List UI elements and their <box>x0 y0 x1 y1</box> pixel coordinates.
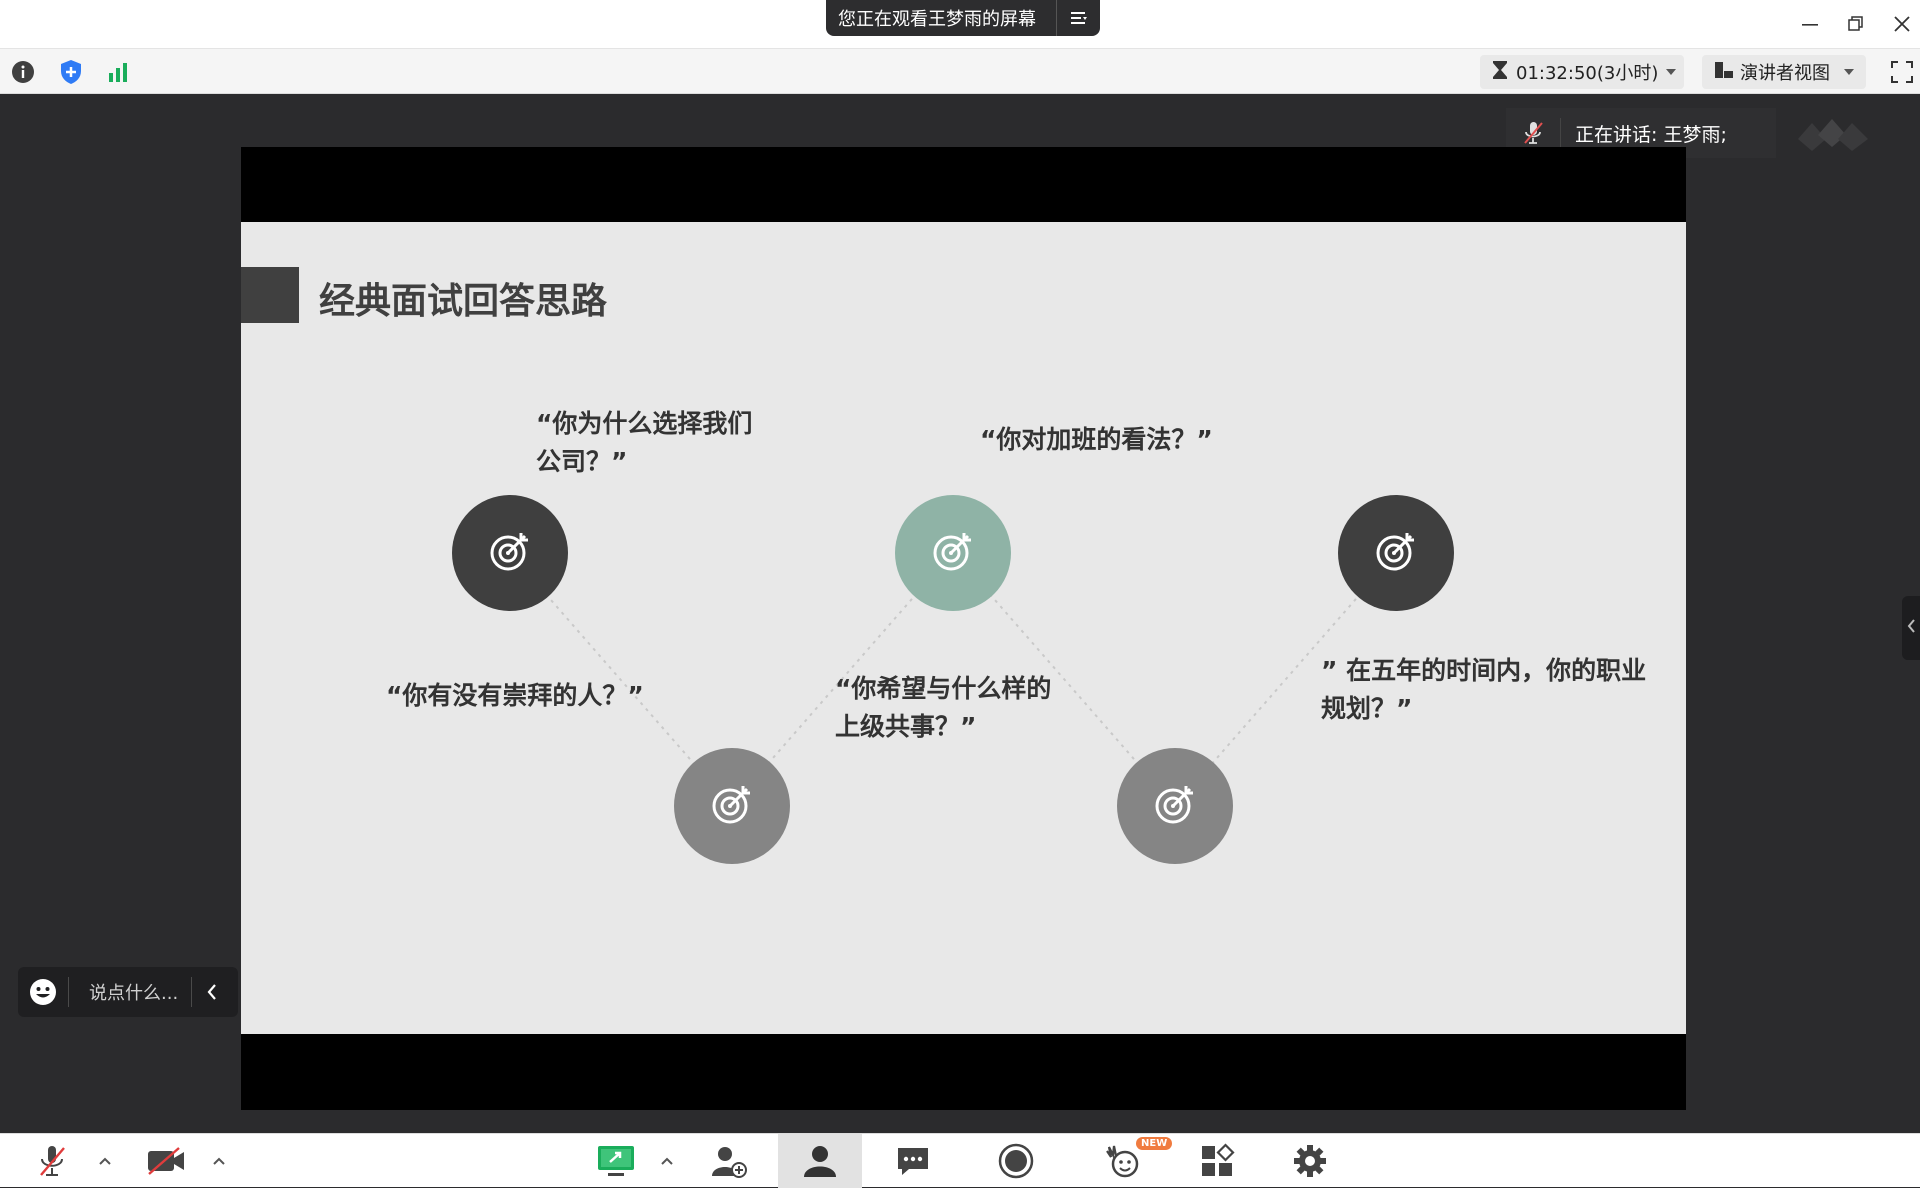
target-node-1 <box>452 495 568 611</box>
minimize-icon[interactable] <box>1792 6 1828 42</box>
chevron-down-icon <box>1666 69 1677 75</box>
share-screen-icon[interactable] <box>590 1134 642 1188</box>
mic-muted-icon <box>1506 120 1560 146</box>
window-titlebar: 您正在观看王梦雨的屏幕 <box>0 0 1920 48</box>
view-mode-label: 演讲者视图 <box>1740 63 1830 84</box>
invite-member-icon[interactable] <box>704 1134 754 1188</box>
menu-icon[interactable] <box>1057 0 1100 36</box>
chat-icon[interactable] <box>888 1134 938 1188</box>
gear-icon[interactable] <box>1284 1134 1336 1188</box>
side-panel-toggle[interactable] <box>1902 596 1920 660</box>
info-icon[interactable] <box>9 58 37 86</box>
question-3: “你对加班的看法？” <box>980 425 1213 454</box>
record-icon[interactable] <box>990 1134 1042 1188</box>
presentation-slide: 经典面试回答思路 “你为什么选择我们公司？” “你有没有崇拜的人？” “你对加班… <box>241 222 1686 1034</box>
target-icon <box>710 782 754 830</box>
quick-chat-box[interactable]: 说点什么... <box>18 967 238 1017</box>
hourglass-icon <box>1492 60 1508 85</box>
layout-icon <box>1714 61 1734 84</box>
target-node-3 <box>895 495 1011 611</box>
close-icon[interactable] <box>1884 6 1920 42</box>
shield-icon[interactable] <box>57 58 85 86</box>
target-icon <box>931 529 975 577</box>
emoji-icon[interactable] <box>18 978 68 1006</box>
share-notice-label: 您正在观看王梦雨的屏幕 <box>838 9 1036 30</box>
collapse-icon[interactable] <box>192 983 232 1001</box>
restore-icon[interactable] <box>1838 6 1874 42</box>
chevron-up-icon[interactable] <box>96 1152 114 1170</box>
apps-icon[interactable] <box>1192 1134 1242 1188</box>
app-logo-icon <box>1796 113 1872 157</box>
meeting-timer[interactable]: 01:32:50(3小时) <box>1480 55 1684 89</box>
signal-bars-icon[interactable] <box>105 58 133 86</box>
question-5: ” 在五年的时间内，你的职业规划？” <box>1321 656 1647 723</box>
view-mode-dropdown[interactable]: 演讲者视图 <box>1702 55 1866 89</box>
meeting-toolbar: 01:32:50(3小时) 演讲者视图 <box>0 48 1920 94</box>
chevron-up-icon[interactable] <box>210 1152 228 1170</box>
target-icon <box>488 529 532 577</box>
target-node-4 <box>1117 748 1233 864</box>
mic-muted-icon[interactable] <box>30 1134 74 1188</box>
question-2: “你有没有崇拜的人？” <box>386 681 644 710</box>
new-badge: NEW <box>1136 1137 1173 1150</box>
question-4: “你希望与什么样的上级共事？” <box>835 674 1052 741</box>
participants-icon[interactable] <box>778 1134 862 1188</box>
target-icon <box>1153 782 1197 830</box>
fullscreen-icon[interactable] <box>1888 58 1916 86</box>
target-node-2 <box>674 748 790 864</box>
question-1: “你为什么选择我们公司？” <box>536 409 753 476</box>
connector-lines <box>508 551 1398 807</box>
meeting-controls-bar: NEW <box>0 1133 1920 1188</box>
camera-off-icon[interactable] <box>142 1134 190 1188</box>
speaker-label: 正在讲话: 王梦雨; <box>1575 123 1727 146</box>
target-icon <box>1374 529 1418 577</box>
chevron-left-icon <box>1906 618 1916 638</box>
target-node-5 <box>1338 495 1454 611</box>
chevron-down-icon <box>1844 69 1854 75</box>
chat-input-placeholder[interactable]: 说点什么... <box>69 979 191 1005</box>
timer-label: 01:32:50(3小时) <box>1516 63 1659 84</box>
screen-share-notice[interactable]: 您正在观看王梦雨的屏幕 <box>826 0 1100 36</box>
chevron-up-icon[interactable] <box>658 1152 676 1170</box>
